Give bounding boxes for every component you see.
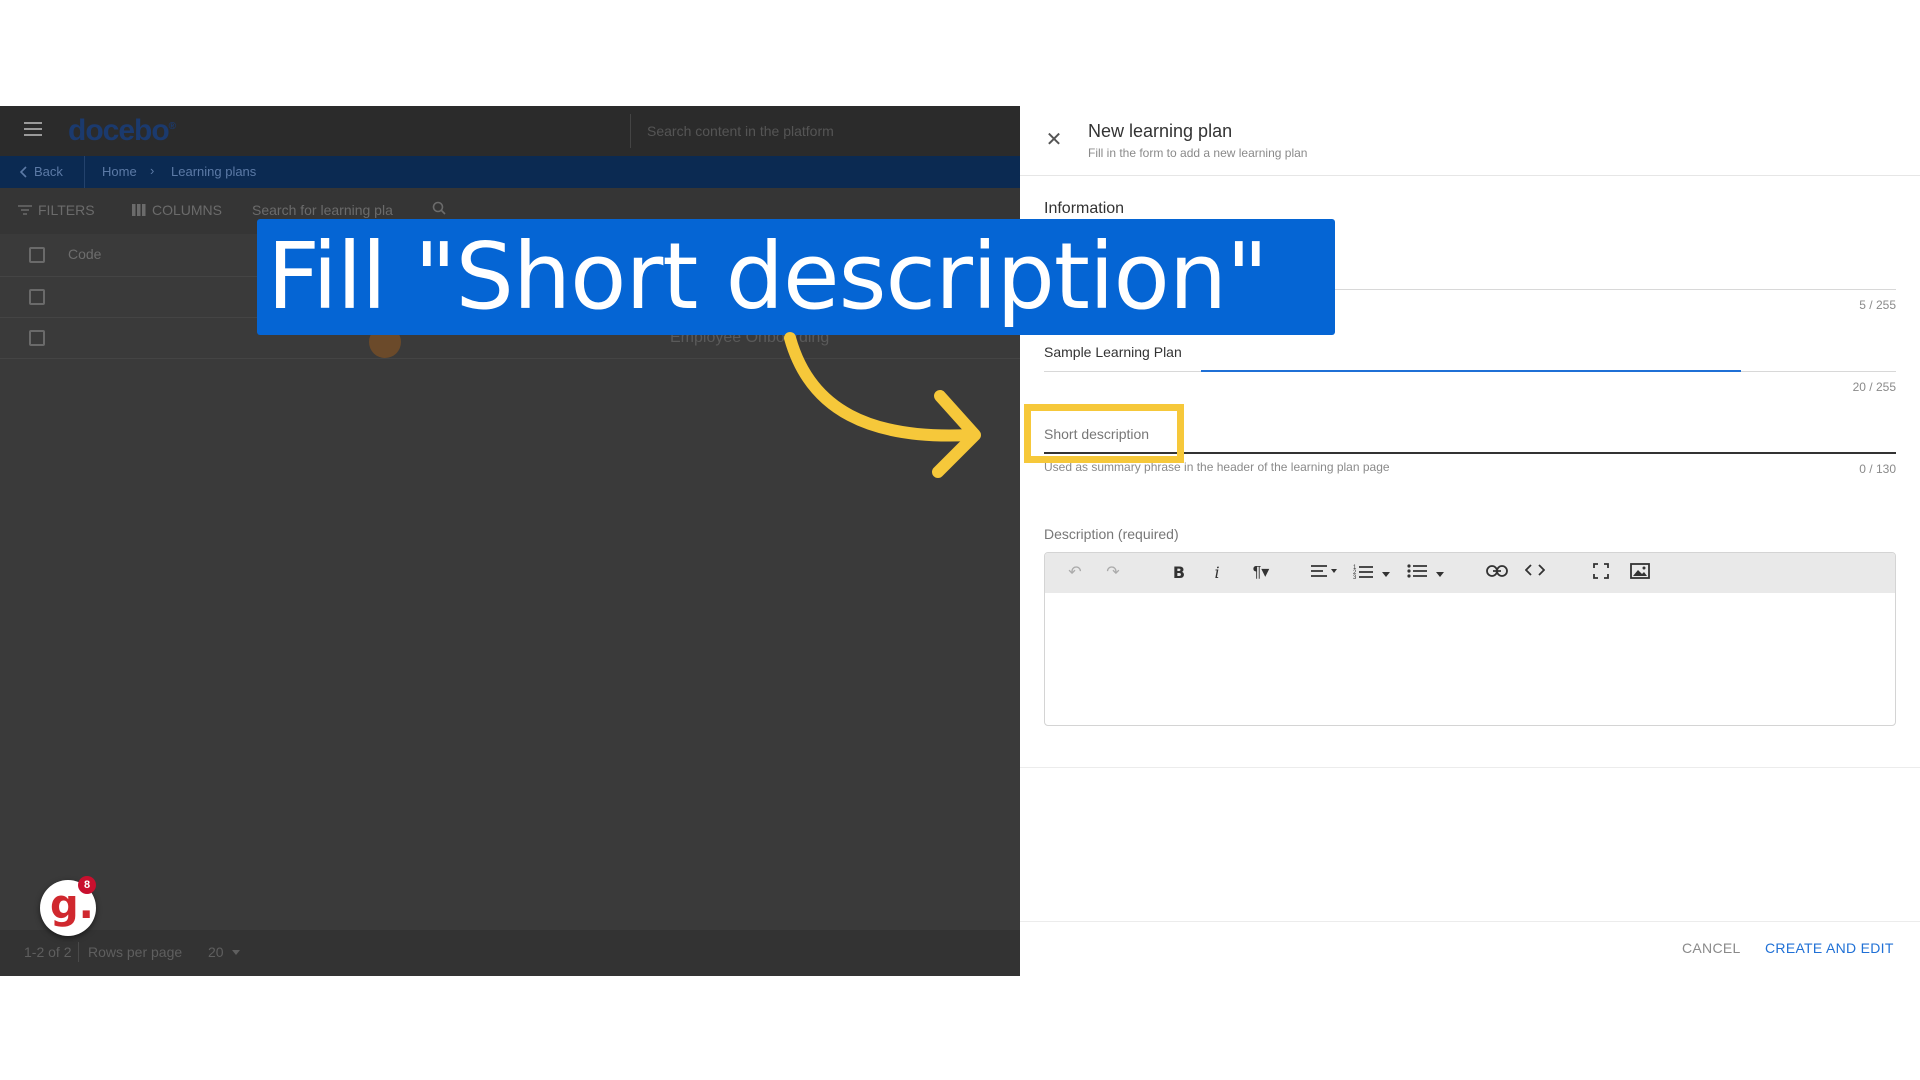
search-icon[interactable] xyxy=(432,201,446,218)
panel-content-divider xyxy=(1020,767,1920,768)
pagination-count: 1-2 of 2 xyxy=(24,944,72,960)
row-checkbox[interactable] xyxy=(29,289,45,305)
insert-image-icon[interactable] xyxy=(1629,563,1651,583)
platform-search-input[interactable]: Search content in the platform xyxy=(630,114,1020,148)
name-field-focus-indicator xyxy=(1201,370,1741,372)
instruction-text: Fill "Short description" xyxy=(267,223,1268,330)
short-description-highlight xyxy=(1024,404,1184,463)
paragraph-format-icon[interactable]: ¶▾ xyxy=(1245,563,1277,583)
name-counter: 20 / 255 xyxy=(1852,380,1896,394)
description-label: Description (required) xyxy=(1044,526,1179,542)
columns-icon xyxy=(132,204,146,216)
caret-down-icon xyxy=(231,949,240,955)
code-counter: 5 / 255 xyxy=(1859,298,1896,312)
select-all-checkbox[interactable] xyxy=(29,247,45,263)
learning-plan-search-input[interactable]: Search for learning pla xyxy=(252,202,393,218)
panel-subtitle: Fill in the form to add a new learning p… xyxy=(1088,146,1308,160)
back-label: Back xyxy=(34,164,63,179)
panel-title: New learning plan xyxy=(1088,121,1233,141)
svg-text:3: 3 xyxy=(1353,575,1357,579)
filter-icon xyxy=(18,205,32,215)
app-header: docebo® Search content in the platform xyxy=(0,106,1020,156)
short-description-counter: 0 / 130 xyxy=(1859,462,1896,476)
bold-icon[interactable]: B xyxy=(1169,563,1189,583)
columns-button[interactable]: COLUMNS xyxy=(132,202,222,218)
fullscreen-icon[interactable] xyxy=(1591,563,1611,583)
redo-icon[interactable]: ↷ xyxy=(1103,563,1123,583)
panel-header-divider xyxy=(1020,175,1920,176)
rows-per-page-label: Rows per page xyxy=(88,944,183,960)
help-widget-button[interactable]: g. 8 xyxy=(40,876,96,936)
name-field[interactable]: Sample Learning Plan xyxy=(1044,344,1182,360)
instruction-banner: Fill "Short description" xyxy=(257,219,1335,335)
undo-icon[interactable]: ↶ xyxy=(1065,563,1085,583)
rows-per-page-select[interactable]: 20 xyxy=(208,944,240,960)
docebo-logo[interactable]: docebo® xyxy=(68,114,176,148)
rows-per-page-value: 20 xyxy=(208,944,224,960)
cancel-button[interactable]: CANCEL xyxy=(1682,940,1741,956)
back-link[interactable]: Back xyxy=(20,164,63,179)
chevron-right-icon: › xyxy=(150,163,155,178)
breadcrumb-divider xyxy=(84,156,85,188)
chevron-left-icon xyxy=(20,165,27,178)
hamburger-menu-icon[interactable] xyxy=(24,122,42,136)
ordered-list-icon[interactable]: 123 xyxy=(1351,563,1375,583)
create-and-edit-button[interactable]: CREATE AND EDIT xyxy=(1765,940,1894,956)
code-view-icon[interactable] xyxy=(1523,563,1547,583)
breadcrumb: Back Home › Learning plans xyxy=(0,156,1020,188)
notification-count-badge: 8 xyxy=(78,876,96,894)
close-icon[interactable]: ✕ xyxy=(1044,130,1064,150)
editor-toolbar: ↶ ↷ B i ¶▾ 123 xyxy=(1045,553,1895,593)
column-header-code[interactable]: Code xyxy=(68,246,101,262)
bullet-list-icon[interactable] xyxy=(1405,563,1429,583)
row-checkbox[interactable] xyxy=(29,330,45,346)
section-information-heading: Information xyxy=(1044,200,1125,217)
panel-footer-divider xyxy=(1020,921,1920,922)
link-icon[interactable] xyxy=(1485,563,1509,583)
table-pagination: 1-2 of 2 Rows per page 20 xyxy=(0,930,1020,976)
pagination-divider xyxy=(78,942,79,962)
text-align-icon[interactable] xyxy=(1307,563,1341,583)
breadcrumb-home[interactable]: Home xyxy=(102,164,137,179)
italic-icon[interactable]: i xyxy=(1207,563,1227,583)
bullet-list-dropdown-icon[interactable] xyxy=(1435,563,1445,583)
filters-button[interactable]: FILTERS xyxy=(18,202,95,218)
description-editor[interactable]: ↶ ↷ B i ¶▾ 123 xyxy=(1044,552,1896,726)
filters-label: FILTERS xyxy=(38,202,95,218)
columns-label: COLUMNS xyxy=(152,202,223,218)
breadcrumb-learning-plans: Learning plans xyxy=(171,164,257,179)
ordered-list-dropdown-icon[interactable] xyxy=(1381,563,1391,583)
curved-arrow-icon xyxy=(784,332,981,478)
